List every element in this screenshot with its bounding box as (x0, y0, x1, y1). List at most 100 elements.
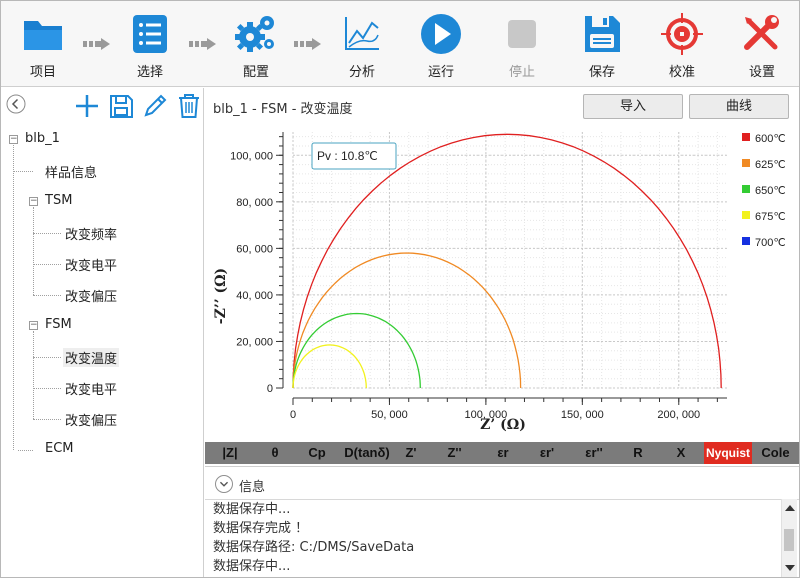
tab-10[interactable]: X (658, 442, 704, 464)
info-title: 信息 (239, 480, 266, 495)
stop-button[interactable]: 停止 (487, 1, 557, 87)
configure-button[interactable]: 配置 (221, 1, 291, 87)
tree-line (13, 145, 14, 450)
tree-line (33, 295, 61, 296)
tab-6[interactable]: εr (482, 442, 524, 464)
series-curve-600℃ (292, 133, 722, 389)
legend-swatch (742, 237, 750, 245)
save-small-icon[interactable] (107, 92, 135, 120)
configure-label: 配置 (242, 65, 269, 80)
calibrate-button[interactable]: 校准 (647, 1, 717, 87)
y-tick-label: 100, 000 (230, 150, 273, 162)
legend-label: 675℃ (755, 211, 786, 223)
project-label: 项目 (29, 65, 56, 80)
legend-swatch (742, 211, 750, 219)
pv-annotation: Pv : 10.8℃ (311, 142, 397, 170)
tab-12[interactable]: Cole (752, 442, 799, 464)
tree-item-tsm[interactable]: TSM (45, 193, 72, 208)
scroll-up-icon[interactable] (785, 505, 795, 511)
tree-item-tsm-level[interactable]: 改变电平 (65, 255, 117, 274)
nyquist-chart: 0 20, 000 40, 000 60, 000 80, 000 100, 000 0 5… (205, 124, 799, 442)
project-button[interactable]: 项目 (8, 1, 78, 87)
tab-2[interactable]: Cp (295, 442, 339, 464)
legend-swatch (742, 133, 750, 141)
tree-line (33, 331, 34, 419)
collapse-info-icon[interactable] (215, 475, 233, 493)
log-scrollbar[interactable] (781, 499, 797, 577)
tree-expander[interactable]: − (29, 321, 38, 330)
tree-item-fsm-bias[interactable]: 改变偏压 (65, 410, 117, 429)
legend-label: 600℃ (755, 133, 786, 145)
play-icon (421, 14, 461, 54)
tree-expander[interactable]: − (29, 197, 38, 206)
tree-item-ecm[interactable]: ECM (45, 441, 74, 456)
collapse-panel-icon[interactable] (5, 93, 27, 115)
settings-button[interactable]: 设置 (727, 1, 797, 87)
tree-item-tsm-bias[interactable]: 改变偏压 (65, 286, 117, 305)
settings-label: 设置 (748, 65, 775, 80)
series-curve-675℃ (292, 344, 367, 389)
tab-11[interactable]: Nyquist (704, 442, 752, 464)
scroll-thumb[interactable] (784, 529, 794, 551)
tab-5[interactable]: Z'' (427, 442, 482, 464)
add-icon[interactable] (73, 92, 101, 120)
tree-item-fsm-temperature[interactable]: 改变温度 (63, 348, 120, 367)
x-axis-label: Z’ (Ω) (480, 417, 526, 433)
x-tick-label: 0 (290, 409, 296, 421)
main-content: blb_1 - FSM - 改变温度 导入 曲线 0 20, 000 40, 000… (205, 88, 799, 577)
chart-line-icon (345, 17, 379, 50)
save-button[interactable]: 保存 (567, 1, 637, 87)
tree-item-sample-info[interactable]: 样品信息 (45, 162, 97, 181)
flow-arrow-icon (189, 38, 216, 50)
import-button[interactable]: 导入 (583, 94, 683, 119)
tree-toolbar (1, 88, 204, 126)
log-area: 数据保存中... 数据保存完成 ！ 数据保存路径: C:/DMS/SaveDat… (205, 499, 799, 577)
tree-item-fsm[interactable]: FSM (45, 317, 72, 332)
y-tick-label: 20, 000 (236, 336, 273, 348)
tab-0[interactable]: |Z| (205, 442, 255, 464)
legend-label: 700℃ (755, 237, 786, 249)
log-line: 数据保存路径: C:/DMS/SaveData (213, 540, 415, 555)
edit-pencil-icon[interactable] (141, 92, 169, 120)
save-label: 保存 (588, 65, 615, 80)
view-tabs: |Z| θ Cp D(tanδ) Z' Z'' εr εr' εr'' R X Nyquist Cole (205, 442, 799, 464)
chart-canvas: 0 20, 000 40, 000 60, 000 80, 000 100, 000 0 5… (213, 132, 786, 433)
analyze-label: 分析 (348, 65, 375, 80)
info-panel: 信息 数据保存中... 数据保存完成 ！ 数据保存路径: C:/DMS/Save… (205, 466, 799, 577)
y-tick-label: 40, 000 (236, 290, 273, 302)
folder-icon (24, 21, 62, 50)
project-tree-panel: − blb_1 样品信息 − TSM 改变频率 改变电平 改变偏压 − FSM … (1, 88, 204, 577)
stop-icon (508, 20, 536, 48)
tree-line (33, 233, 61, 234)
run-button[interactable]: 运行 (406, 1, 476, 87)
list-icon (133, 15, 167, 53)
y-tick-label: 60, 000 (236, 243, 273, 255)
flow-arrow-icon (294, 38, 321, 50)
x-tick-label: 200, 000 (657, 409, 700, 421)
select-button[interactable]: 选择 (115, 1, 185, 87)
log-line: 数据保存中... (213, 559, 291, 574)
pv-annotation-text: Pv : 10.8℃ (317, 149, 378, 163)
tree-expander[interactable]: − (9, 135, 18, 144)
main-toolbar: 项目 选择 配置 分析 运行 停止 保存 校准 设置 (1, 1, 799, 87)
tab-4[interactable]: Z' (395, 442, 427, 464)
tab-3[interactable]: D(tanδ) (339, 442, 395, 464)
tree-item-fsm-level[interactable]: 改变电平 (65, 379, 117, 398)
legend-label: 625℃ (755, 159, 786, 171)
tree-root[interactable]: blb_1 (25, 131, 60, 146)
tab-1[interactable]: θ (255, 442, 295, 464)
tools-icon (744, 15, 779, 50)
analyze-button[interactable]: 分析 (327, 1, 397, 87)
curve-button[interactable]: 曲线 (689, 94, 789, 119)
tree-item-tsm-frequency[interactable]: 改变频率 (65, 224, 117, 243)
tab-9[interactable]: R (618, 442, 658, 464)
tab-7[interactable]: εr' (524, 442, 570, 464)
tab-8[interactable]: εr'' (570, 442, 618, 464)
tree-line (13, 171, 33, 172)
save-icon (585, 16, 620, 52)
gears-icon (235, 16, 274, 52)
tree-line (33, 419, 61, 420)
delete-trash-icon[interactable] (175, 92, 203, 120)
scroll-down-icon[interactable] (785, 565, 795, 571)
legend-label: 650℃ (755, 185, 786, 197)
